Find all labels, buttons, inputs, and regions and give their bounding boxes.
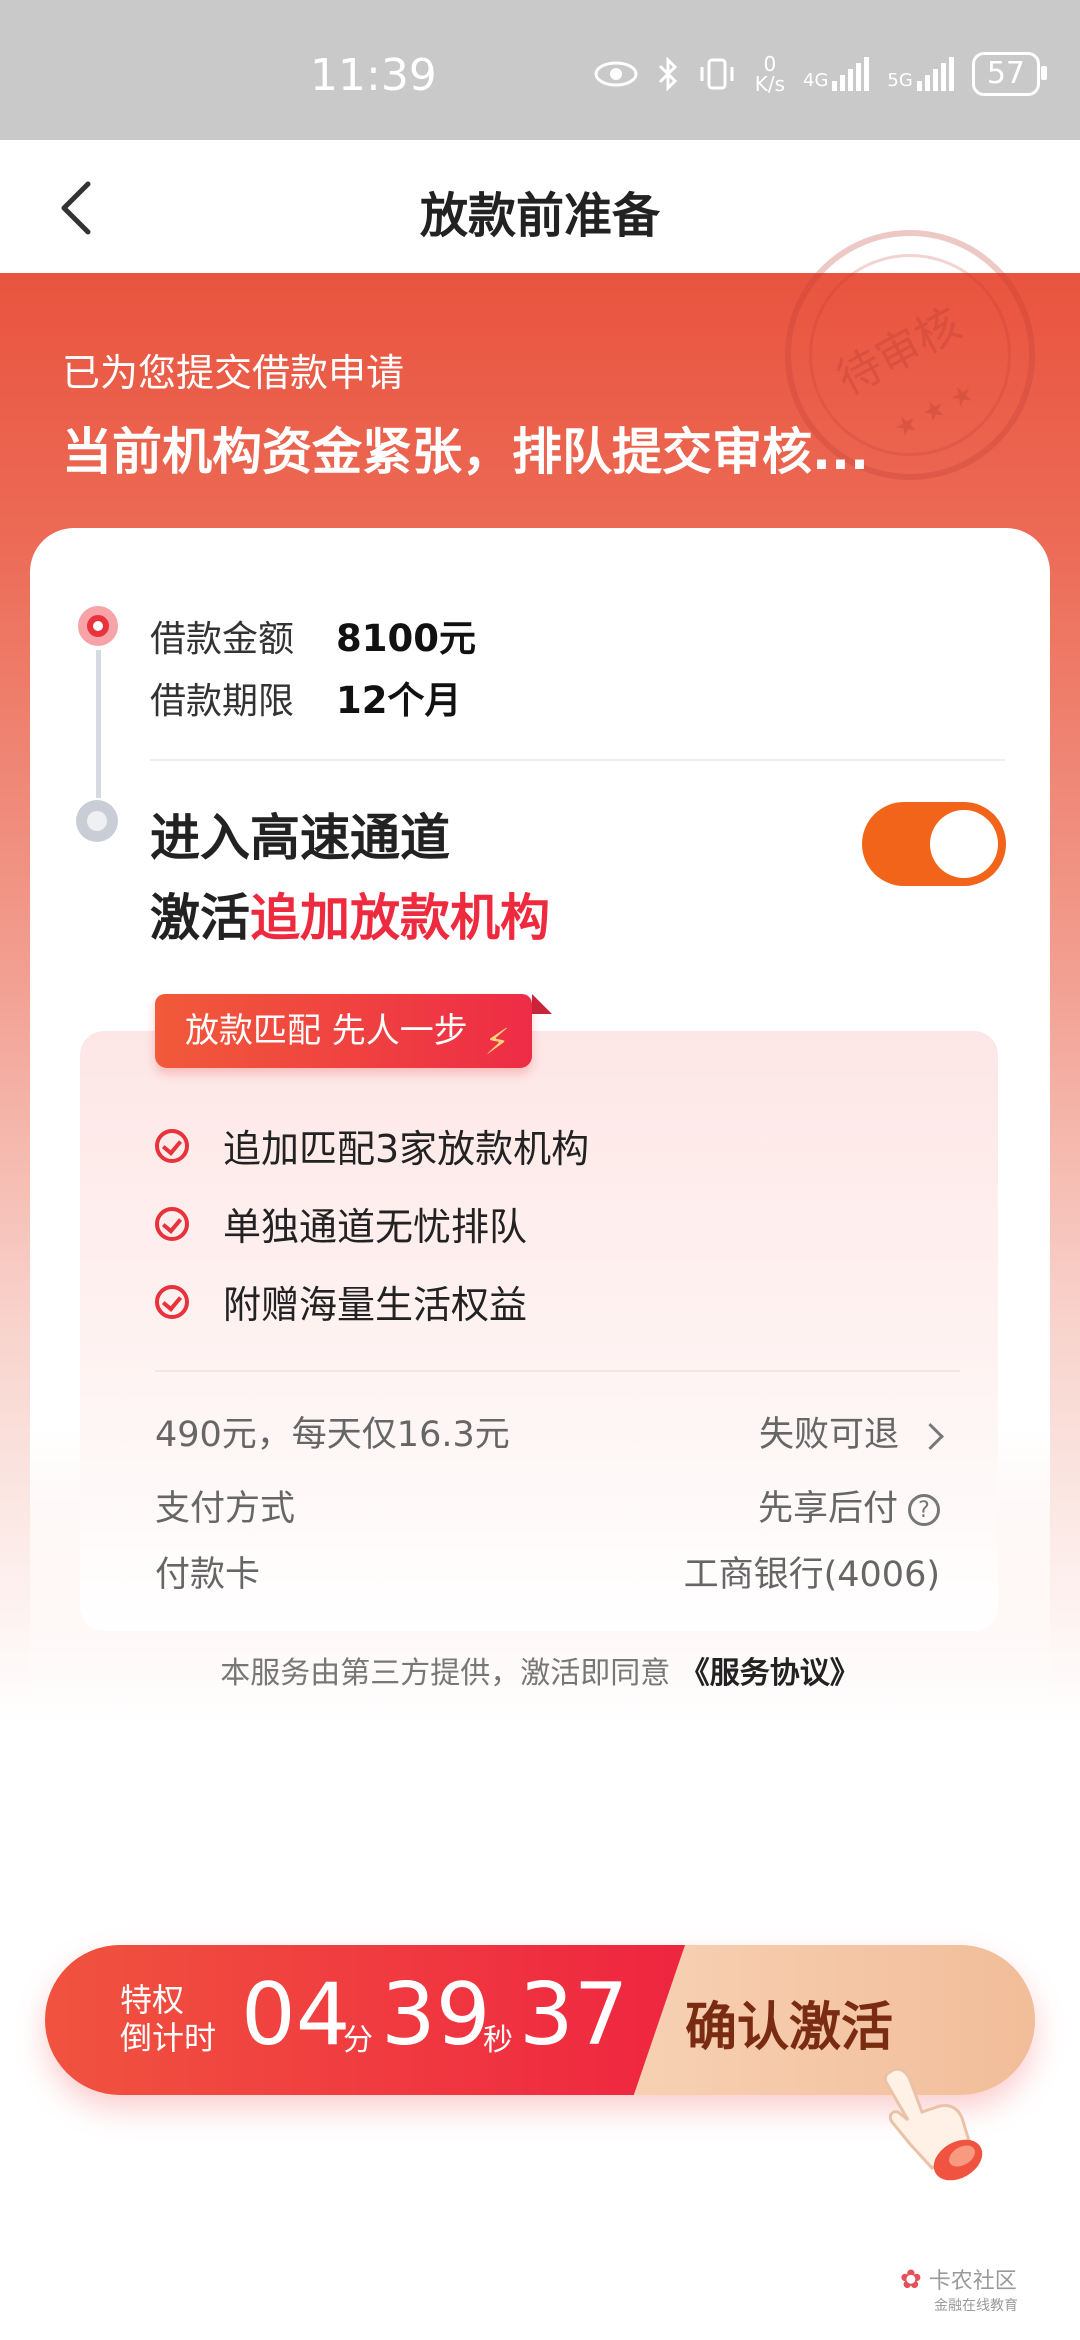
countdown-min-unit: 分 (343, 2023, 373, 2058)
watermark: ✿ 卡农社区 金融在线教育 (900, 2265, 1018, 2314)
agreement-text: 本服务由第三方提供，激活即同意 《服务协议》 (220, 1656, 860, 1691)
loan-term-row: 借款期限 12个月 (150, 670, 462, 724)
price-text: 490元，每天仅16.3元 (155, 1415, 510, 1455)
main-card: 借款金额 8100元 借款期限 12个月 进入高速通道 激活追加放款机构 放款匹配 … (30, 528, 1050, 1748)
refund-link[interactable]: 失败可退 (759, 1406, 944, 1457)
benefit-item: 附赠海量生活权益 (155, 1274, 527, 1329)
card-row: 付款卡 工商银行(4006) (155, 1546, 940, 1597)
check-circle-icon (155, 1206, 189, 1241)
check-circle-icon (155, 1128, 189, 1163)
loan-amount-value: 8100元 (336, 617, 476, 660)
card-value[interactable]: 工商银行(4006) (684, 1546, 940, 1597)
watermark-logo-icon: ✿ (900, 2265, 922, 2295)
chevron-right-icon (917, 1423, 944, 1450)
channel-toggle[interactable] (862, 802, 1006, 886)
step-dot-active (78, 606, 118, 646)
signal-icon (832, 57, 870, 91)
pay-method-row: 支付方式 先享后付? (155, 1480, 940, 1531)
battery-icon: 57 (971, 52, 1048, 96)
pointing-hand-icon (883, 2067, 983, 2181)
divider (155, 1370, 960, 1372)
divider (150, 759, 1005, 761)
check-circle-icon (155, 1284, 189, 1319)
status-bar: 11:39 0 K/s 4G 5G 57 (0, 0, 1080, 140)
bluetooth-icon (658, 57, 677, 91)
status-icons: 0 K/s 4G 5G 57 (593, 52, 1048, 96)
countdown-millis: 37 (519, 1965, 629, 2065)
loan-term-label: 借款期限 (150, 681, 295, 722)
eye-icon (594, 61, 638, 87)
service-agreement-link[interactable]: 《服务协议》 (680, 1656, 860, 1691)
channel-highlight: 追加放款机构 (250, 889, 550, 947)
loan-term-value: 12个月 (336, 679, 462, 722)
signal-icon-2 (916, 57, 954, 91)
benefit-item: 单独通道无忧排队 (155, 1196, 527, 1251)
hero-title: 当前机构资金紧张，排队提交审核... (62, 423, 869, 481)
benefit-item: 追加匹配3家放款机构 (155, 1118, 589, 1173)
hero-subtitle: 已为您提交借款申请 (62, 351, 405, 395)
loan-amount-row: 借款金额 8100元 (150, 608, 476, 662)
countdown-minutes: 04 (241, 1965, 351, 2065)
step-dot-inactive (76, 800, 118, 842)
step-line (96, 650, 101, 798)
loan-amount-label: 借款金额 (150, 619, 295, 660)
help-icon[interactable]: ? (908, 1494, 940, 1526)
price-row: 490元，每天仅16.3元 失败可退 (155, 1406, 944, 1457)
pay-method-label: 支付方式 (155, 1489, 296, 1529)
pay-method-value: 先享后付? (758, 1480, 940, 1531)
lightning-icon: ⚡ (484, 1022, 510, 1063)
signal-5g: 5G (887, 57, 954, 91)
toggle-knob (930, 810, 998, 878)
countdown-label: 特权 倒计时 (120, 1981, 217, 2057)
countdown-seconds: 39 (381, 1965, 491, 2065)
countdown-sec-unit: 秒 (483, 2023, 513, 2058)
card-label: 付款卡 (155, 1555, 261, 1595)
net-speed: 0 K/s (754, 52, 785, 96)
channel-title: 进入高速通道 (150, 809, 450, 867)
vibrate-icon (700, 58, 734, 90)
confirm-activate-button[interactable]: 确认激活 (685, 1985, 893, 2060)
signal-4g: 4G (803, 57, 870, 91)
status-time: 11:39 (310, 50, 437, 101)
benefits-tag: 放款匹配 先人一步 ⚡ (155, 994, 552, 1068)
channel-subtitle: 激活追加放款机构 (150, 889, 550, 947)
